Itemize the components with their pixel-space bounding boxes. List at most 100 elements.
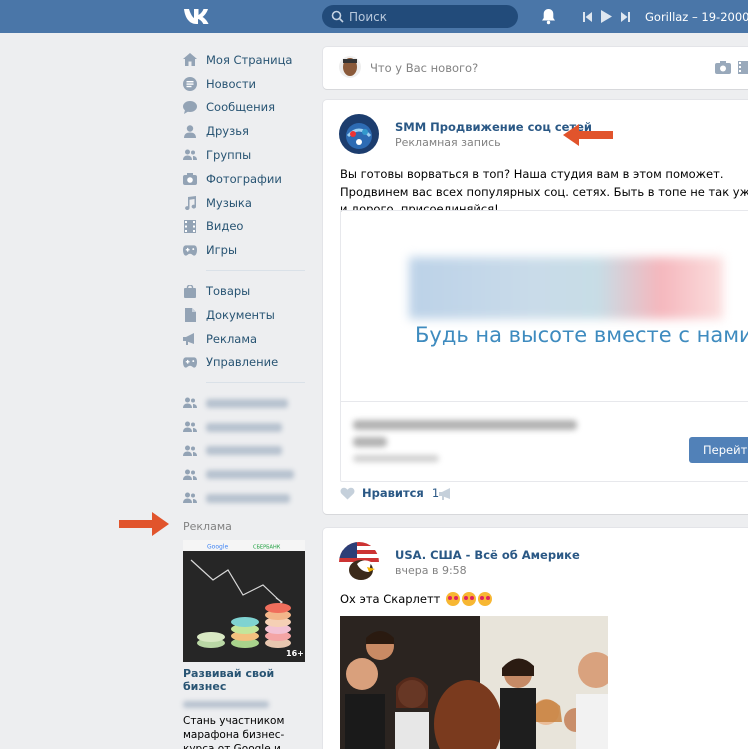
ad-domain — [183, 696, 305, 711]
megaphone-icon[interactable] — [439, 488, 453, 500]
sidebar-item-label: Реклама — [206, 331, 258, 346]
sidebar-item[interactable]: Группы — [183, 143, 305, 167]
divider — [206, 382, 305, 384]
megaphone-icon — [183, 332, 197, 346]
bag-icon — [183, 284, 197, 298]
camera-icon — [183, 172, 197, 186]
macarons-ad-illustration: Google СБЕРБАНК 16+ — [183, 540, 305, 663]
crowd-photo — [340, 616, 608, 749]
news-icon — [183, 76, 197, 91]
ad-description: Стань участником марафона бизнес-курса о… — [183, 715, 285, 749]
search-icon — [331, 10, 344, 23]
now-playing-track[interactable]: Gorillaz – 19-2000 — [645, 10, 748, 24]
sidebar-item-label: Видео — [206, 219, 244, 234]
sidebar-item-label: Игры — [206, 243, 238, 258]
groups-icon — [183, 444, 197, 458]
sidebar-item-blurred[interactable] — [183, 415, 305, 439]
friend-icon — [183, 124, 197, 138]
divider — [206, 270, 305, 272]
bell-icon[interactable] — [541, 8, 556, 25]
sidebar-item-label: Управление — [206, 355, 279, 370]
user-avatar[interactable] — [339, 56, 361, 78]
like-button[interactable]: Нравится 1 — [340, 486, 439, 500]
ads-section-title: Реклама — [183, 520, 232, 534]
sidebar-item-label: Новости — [206, 76, 256, 91]
sidebar-item[interactable]: Игры — [183, 238, 305, 262]
groups-icon — [183, 420, 197, 434]
sidebar-item-label: Документы — [206, 307, 275, 322]
ad-title[interactable]: Развивай свой бизнес — [183, 667, 305, 693]
sidebar-item[interactable]: Товары — [183, 279, 305, 303]
sidebar-item-blurred[interactable] — [183, 463, 305, 487]
post-text: Ох эта Скарлетт — [340, 592, 493, 606]
groups-icon — [183, 148, 197, 162]
home-icon — [183, 53, 197, 67]
post-photo[interactable] — [340, 616, 608, 749]
sponsored-label: Рекламная запись — [395, 136, 501, 149]
left-sidebar: Моя Страница Новости Сообщения Друзья Группы… — [183, 48, 305, 749]
link-preview[interactable]: Перейти — [341, 401, 748, 481]
link-snippet[interactable]: Будь на высоте вместе с нами! Перейти — [340, 210, 748, 482]
music-icon — [183, 195, 197, 210]
composer-placeholder[interactable]: Что у Вас нового? — [370, 61, 478, 75]
blurred-banner-logo — [409, 257, 723, 319]
sidebar-item-label: Моя Страница — [206, 52, 293, 67]
groups-icon — [183, 468, 197, 482]
sidebar-item[interactable]: Сообщения — [183, 96, 305, 120]
sidebar-item[interactable]: Музыка — [183, 191, 305, 215]
post-text-content: Ох эта Скарлетт — [340, 592, 441, 606]
heart-eyes-emoji-icon — [446, 592, 461, 606]
messages-icon — [183, 100, 197, 114]
sidebar-item[interactable]: Фотографии — [183, 167, 305, 191]
sidebar-item[interactable]: Моя Страница — [183, 48, 305, 72]
heart-eyes-emoji-icon — [478, 592, 493, 606]
blurred-link-title — [353, 420, 577, 430]
camera-icon[interactable] — [715, 61, 731, 74]
play-icon[interactable] — [601, 10, 612, 23]
previous-track-icon[interactable] — [583, 11, 592, 22]
search-box[interactable] — [322, 5, 518, 28]
community-avatar[interactable] — [339, 114, 379, 154]
search-input[interactable] — [349, 5, 509, 28]
sidebar-item-label: Группы — [206, 148, 252, 163]
sidebar-item[interactable]: Видео — [183, 215, 305, 239]
sidebar-item[interactable]: Друзья — [183, 119, 305, 143]
post-date[interactable]: вчера в 9:58 — [395, 564, 467, 577]
blurred-link-title — [353, 437, 387, 447]
svg-text:СБЕРБАНК: СБЕРБАНК — [253, 545, 281, 551]
sidebar-item-blurred[interactable] — [183, 391, 305, 415]
service-nav: Товары Документы Реклама Управление — [183, 279, 305, 374]
sidebar-item[interactable]: Новости — [183, 72, 305, 96]
annotation-arrow-left — [563, 124, 613, 146]
ad-image[interactable]: Google СБЕРБАНК 16+ — [183, 540, 305, 663]
sidebar-item-label: Сообщения — [206, 100, 276, 115]
sidebar-item-blurred[interactable] — [183, 439, 305, 463]
groups-icon — [183, 396, 197, 410]
vk-logo[interactable] — [183, 6, 212, 26]
video-icon[interactable] — [738, 61, 748, 74]
svg-text:Google: Google — [207, 544, 228, 551]
svg-text:16+: 16+ — [286, 649, 304, 658]
sidebar-item-label: Фотографии — [206, 171, 282, 186]
banner-slogan: Будь на высоте вместе с нами! — [415, 323, 748, 347]
post-author-link[interactable]: USA. США - Всё об Америке — [395, 548, 580, 562]
post-composer[interactable]: Что у Вас нового? — [323, 47, 748, 89]
go-button[interactable]: Перейти — [689, 437, 748, 463]
ad-banner[interactable]: Будь на высоте вместе с нами! — [341, 211, 748, 401]
gamepad-icon — [183, 243, 197, 257]
next-track-icon[interactable] — [621, 11, 630, 22]
sidebar-item-label: Друзья — [206, 124, 249, 139]
audio-player — [583, 10, 630, 23]
sidebar-item-blurred[interactable] — [183, 487, 305, 511]
blurred-nav-list — [183, 391, 305, 510]
gamepad-icon — [183, 355, 197, 369]
sidebar-item[interactable]: Управление — [183, 351, 305, 375]
heart-eyes-emoji-icon — [462, 592, 477, 606]
feed-post: USA. США - Всё об Америке вчера в 9:58 О… — [323, 528, 748, 749]
sidebar-item[interactable]: Реклама — [183, 327, 305, 351]
sponsored-post: SMM Продвижение соц сетей Рекламная запи… — [323, 100, 748, 514]
community-avatar[interactable] — [339, 542, 379, 582]
sidebar-item[interactable]: Документы — [183, 303, 305, 327]
blurred-link-domain — [353, 455, 439, 462]
sidebar-item-label: Товары — [206, 284, 251, 299]
